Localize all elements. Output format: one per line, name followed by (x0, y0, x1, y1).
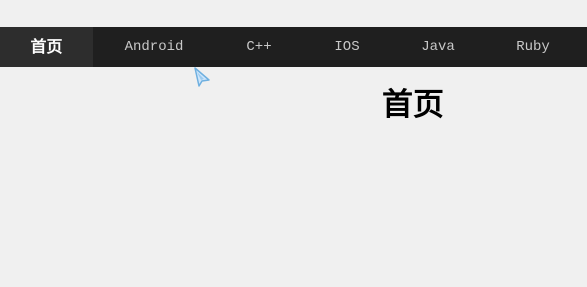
top-nav-bar: 首页 Android C++ IOS Java Ruby (0, 27, 587, 67)
page-heading: 首页 (382, 87, 444, 123)
nav-item-android[interactable]: Android (105, 27, 203, 67)
nav-item-ios[interactable]: IOS (316, 27, 378, 67)
nav-item-ruby[interactable]: Ruby (500, 27, 566, 67)
nav-item-home[interactable]: 首页 (0, 27, 93, 67)
nav-item-java[interactable]: Java (405, 27, 471, 67)
nav-item-cpp[interactable]: C++ (228, 27, 290, 67)
mouse-pointer-icon (194, 67, 210, 87)
